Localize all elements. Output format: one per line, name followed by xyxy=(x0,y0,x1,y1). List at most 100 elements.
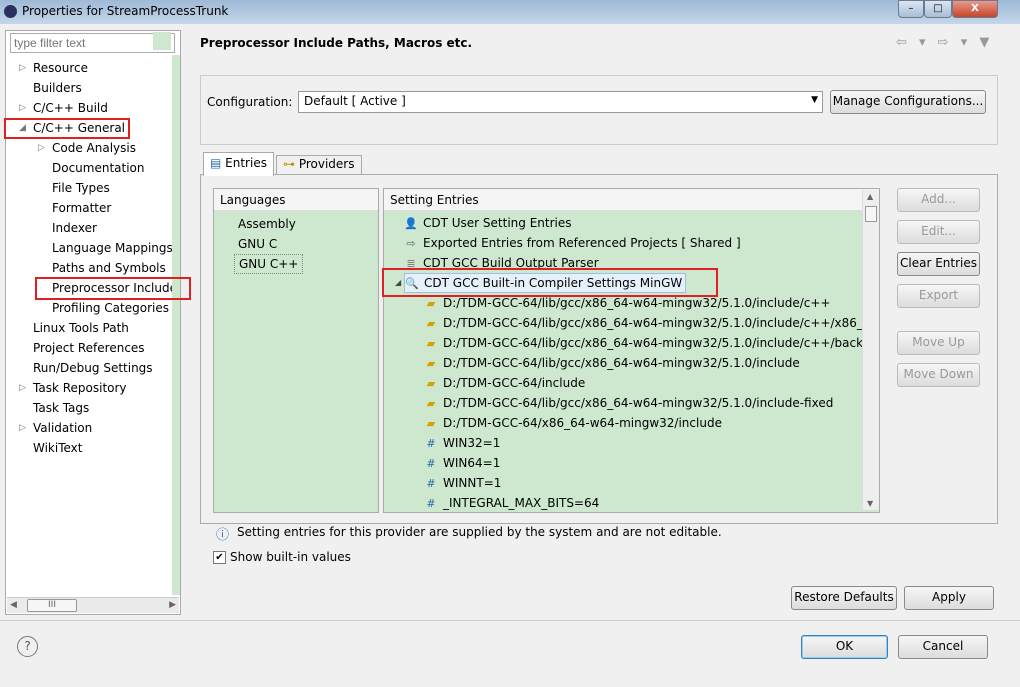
configuration-select[interactable]: Default [ Active ] ▼ xyxy=(298,91,823,113)
sidebar-item[interactable]: Indexer xyxy=(52,218,97,238)
collapsed-twisty-icon[interactable]: ▷ xyxy=(19,418,26,438)
sidebar-item-label: Validation xyxy=(33,421,93,435)
sidebar-item-label: C/C++ Build xyxy=(33,101,108,115)
sidebar-item[interactable]: Documentation xyxy=(52,158,145,178)
language-item[interactable]: GNU C++ xyxy=(234,254,304,274)
collapsed-twisty-icon[interactable]: ▷ xyxy=(19,378,26,398)
entry-row[interactable]: ▰ D:/TDM-GCC-64/lib/gcc/x86_64-w64-mingw3… xyxy=(424,353,800,373)
entry-row[interactable]: ▰ D:/TDM-GCC-64/lib/gcc/x86_64-w64-mingw3… xyxy=(424,313,878,333)
move-down-button[interactable]: Move Down xyxy=(897,363,980,387)
setting-entries-tree[interactable]: Setting Entries 👤 CDT User Setting Entrie… xyxy=(383,188,880,513)
entry-row[interactable]: ▰ D:/TDM-GCC-64/lib/gcc/x86_64-w64-mingw3… xyxy=(424,333,879,353)
entry-label: CDT User Setting Entries xyxy=(423,216,572,230)
entry-row[interactable]: ▰ D:/TDM-GCC-64/x86_64-w64-mingw32/includ… xyxy=(424,413,722,433)
sidebar-item[interactable]: Builders xyxy=(33,78,82,98)
sidebar-item[interactable]: ▷ Resource xyxy=(19,58,88,78)
edit-button[interactable]: Edit... xyxy=(897,220,980,244)
manage-configurations-button[interactable]: Manage Configurations... xyxy=(830,90,986,114)
entry-row[interactable]: ⇨ Exported Entries from Referenced Projec… xyxy=(404,233,740,253)
tab-label: Providers xyxy=(298,157,355,171)
collapsed-twisty-icon[interactable]: ▷ xyxy=(19,58,26,78)
folder-icon: ▰ xyxy=(426,357,436,370)
add-button[interactable]: Add... xyxy=(897,188,980,212)
sidebar-item-label: File Types xyxy=(52,181,110,195)
entries-icon: ▤ xyxy=(210,156,226,170)
scroll-down-icon[interactable]: ▼ xyxy=(867,499,873,508)
highlight-builtin-compiler xyxy=(382,268,718,297)
sidebar-item[interactable]: Run/Debug Settings xyxy=(33,358,153,378)
sidebar-item[interactable]: Linux Tools Path xyxy=(33,318,129,338)
filter-input[interactable] xyxy=(10,33,175,53)
collapsed-twisty-icon[interactable]: ▷ xyxy=(19,98,26,118)
folder-icon: ▰ xyxy=(426,317,436,330)
scroll-thumb[interactable] xyxy=(865,206,877,222)
cancel-button[interactable]: Cancel xyxy=(898,635,988,659)
sidebar-item[interactable]: File Types xyxy=(52,178,110,198)
language-item[interactable]: GNU C xyxy=(234,234,281,254)
sidebar-item[interactable]: ▷ Task Repository xyxy=(19,378,127,398)
scroll-right-icon[interactable]: ▶ xyxy=(169,600,176,610)
folder-icon: ▰ xyxy=(426,337,436,350)
sidebar-item[interactable]: Paths and Symbols xyxy=(52,258,166,278)
export-icon: ⇨ xyxy=(406,237,416,250)
entry-row[interactable]: ▰ D:/TDM-GCC-64/lib/gcc/x86_64-w64-mingw3… xyxy=(424,393,834,413)
help-icon[interactable]: ? xyxy=(17,636,38,657)
tab-providers[interactable]: ⊶ Providers xyxy=(276,155,362,175)
entries-header: Setting Entries xyxy=(384,189,879,211)
sidebar-item-label: Formatter xyxy=(52,201,112,215)
export-button[interactable]: Export xyxy=(897,284,980,308)
history-nav[interactable]: ⇦ ▾ ⇨ ▾ ▼ xyxy=(896,35,993,50)
divider xyxy=(0,620,1020,621)
clear-entries-button[interactable]: Clear Entries xyxy=(897,252,980,276)
hash-icon: # xyxy=(426,437,436,450)
folder-icon: ▰ xyxy=(426,397,436,410)
entry-label: D:/TDM-GCC-64/include xyxy=(443,376,586,390)
sidebar-item[interactable]: ▷ Code Analysis xyxy=(38,138,136,158)
language-item[interactable]: Assembly xyxy=(234,214,300,234)
scroll-up-icon[interactable]: ▲ xyxy=(867,192,873,201)
tab-label: Entries xyxy=(225,156,267,170)
languages-list[interactable]: Languages Assembly GNU C GNU C++ xyxy=(213,188,379,513)
entry-row[interactable]: # WIN32=1 xyxy=(424,433,500,453)
scroll-left-icon[interactable]: ◀ xyxy=(10,600,17,610)
minimize-button[interactable]: – xyxy=(898,0,924,18)
hash-icon: # xyxy=(426,457,436,470)
scroll-thumb[interactable]: III xyxy=(27,599,77,612)
sidebar-item[interactable]: Project References xyxy=(33,338,145,358)
horizontal-scrollbar[interactable]: ◀ III ▶ xyxy=(7,597,179,613)
entry-row[interactable]: ▰ D:/TDM-GCC-64/include xyxy=(424,373,585,393)
ok-button[interactable]: OK xyxy=(801,635,888,659)
restore-defaults-button[interactable]: Restore Defaults xyxy=(791,586,897,610)
maximize-button[interactable]: □ xyxy=(924,0,952,18)
sidebar-item[interactable]: Formatter xyxy=(52,198,111,218)
window-title: Properties for StreamProcessTrunk xyxy=(22,4,229,18)
chevron-down-icon: ▼ xyxy=(811,95,818,105)
entry-row[interactable]: # _INTEGRAL_MAX_BITS=64 xyxy=(424,493,600,512)
move-up-button[interactable]: Move Up xyxy=(897,331,980,355)
entry-label: D:/TDM-GCC-64/lib/gcc/x86_64-w64-mingw32… xyxy=(443,296,831,310)
collapsed-twisty-icon[interactable]: ▷ xyxy=(38,138,45,158)
entry-label: D:/TDM-GCC-64/lib/gcc/x86_64-w64-mingw32… xyxy=(443,396,834,410)
info-text: Setting entries for this provider are su… xyxy=(237,525,722,539)
info-icon: ⓘ xyxy=(216,528,230,543)
sidebar-item[interactable]: ▷ Validation xyxy=(19,418,93,438)
tab-entries[interactable]: ▤ Entries xyxy=(203,152,274,176)
entry-label: _INTEGRAL_MAX_BITS=64 xyxy=(443,496,600,510)
entry-row[interactable]: 👤 CDT User Setting Entries xyxy=(404,213,572,233)
show-builtin-checkbox[interactable]: ✔ xyxy=(213,551,226,564)
entry-row[interactable]: # WIN64=1 xyxy=(424,453,500,473)
sidebar-item-label: Run/Debug Settings xyxy=(33,361,153,375)
sidebar-item-label: Language Mappings xyxy=(52,241,173,255)
close-button[interactable]: X xyxy=(952,0,998,18)
sidebar-item[interactable]: Task Tags xyxy=(33,398,89,418)
show-builtin-label: Show built-in values xyxy=(230,550,351,564)
sidebar-item[interactable]: WikiText xyxy=(33,438,83,458)
sidebar-item[interactable]: Profiling Categories xyxy=(52,298,169,318)
sidebar-item[interactable]: ▷ C/C++ Build xyxy=(19,98,108,118)
entry-row[interactable]: # WINNT=1 xyxy=(424,473,501,493)
vertical-scrollbar[interactable]: ▲ ▼ xyxy=(862,190,879,510)
apply-button[interactable]: Apply xyxy=(904,586,994,610)
highlight-preprocessor xyxy=(35,277,191,300)
configuration-value: Default [ Active ] xyxy=(304,94,406,108)
sidebar-item[interactable]: Language Mappings xyxy=(52,238,173,258)
